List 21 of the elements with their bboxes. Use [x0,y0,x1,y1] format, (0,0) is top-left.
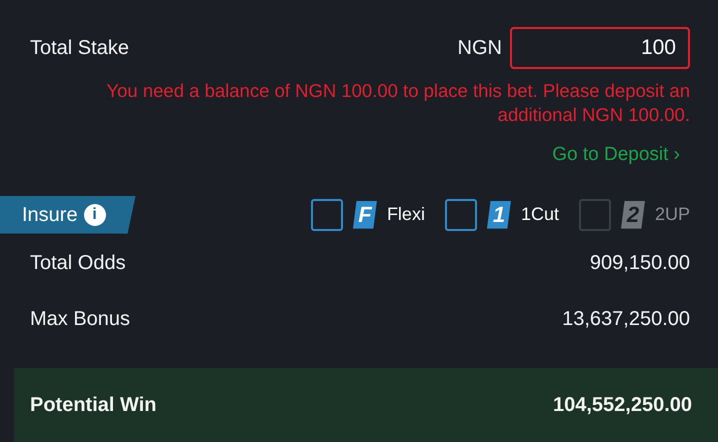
summary-label: Total Odds [30,250,126,276]
option-logo-icon: 2 [620,200,645,229]
insure-text: Insure [22,202,78,228]
summary-label: Potential Win [30,393,156,418]
deposit-link[interactable]: Go to Deposit › [552,141,680,170]
option-logo-icon: 1 [486,200,511,229]
option-checkbox[interactable] [444,198,477,231]
error-message: You need a balance of NGN 100.00 to place this bet. Please deposit an additional NGN 100.00. [105,79,690,128]
summary-value: 909,150.00 [590,250,690,276]
option-logo-icon: F [352,200,377,229]
info-icon[interactable]: i [84,204,106,226]
currency-label: NGN [458,36,502,61]
option-checkbox[interactable] [310,198,343,231]
option-label: 1Cut [520,203,559,226]
summary-value: 104,552,250.00 [552,393,692,418]
option-label: Flexi [386,203,425,226]
stake-field[interactable]: 100 [510,27,690,69]
stake-label: Total Stake [30,36,129,61]
option-label: 2UP [654,203,690,226]
summary-label: Max Bonus [30,306,130,332]
summary-value: 13,637,250.00 [562,306,690,332]
